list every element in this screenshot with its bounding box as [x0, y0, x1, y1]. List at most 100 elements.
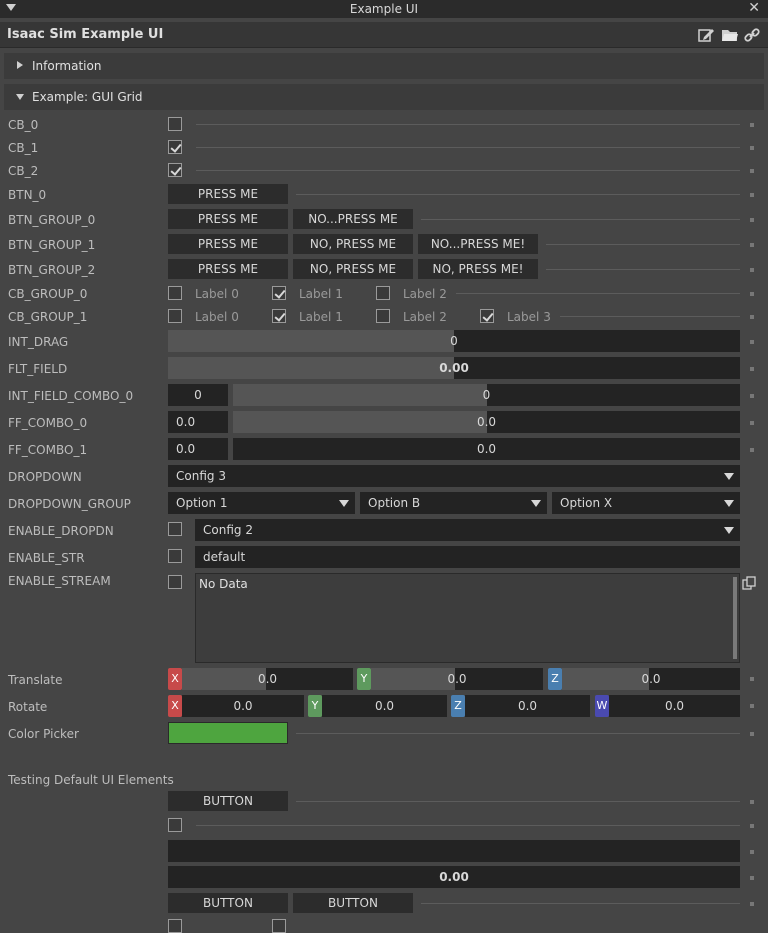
rotate-w-field[interactable]: 0.0	[609, 695, 740, 717]
cb0-checkbox[interactable]	[168, 117, 182, 131]
row-handle-icon	[750, 448, 754, 452]
int-field-value: 0	[194, 388, 202, 402]
row-handle-icon	[750, 850, 754, 854]
default-float-field[interactable]: 0.00	[168, 866, 740, 888]
default-checkbox[interactable]	[272, 919, 286, 933]
cb1-checkbox[interactable]	[168, 140, 182, 154]
chevron-down-icon	[724, 500, 734, 507]
row-divider	[296, 733, 740, 734]
float-combo-slider[interactable]: 0.0	[233, 411, 740, 433]
row-handle-icon	[750, 367, 754, 371]
press-me-button[interactable]: PRESS ME	[168, 184, 288, 204]
dropdown-selected: Option B	[368, 496, 421, 510]
no-press-me-button[interactable]: NO, PRESS ME	[293, 259, 413, 279]
no-press-me-button[interactable]: NO, PRESS ME	[293, 234, 413, 254]
information-section-label: Information	[32, 59, 102, 73]
color-swatch[interactable]	[168, 722, 288, 744]
enable-config-dropdown[interactable]: Config 2	[195, 519, 740, 541]
enabledropdn-label: ENABLE_DROPDN	[8, 524, 114, 538]
row-handle-icon	[750, 169, 754, 173]
row-handle-icon	[750, 123, 754, 127]
slider-fill	[233, 411, 487, 433]
default-button[interactable]: BUTTON	[168, 791, 288, 811]
cbgroup1-label: CB_GROUP_1	[8, 310, 88, 324]
scrollbar[interactable]	[733, 577, 737, 659]
chevron-down-icon	[531, 500, 541, 507]
no-press-me-bang-button[interactable]: NO...PRESS ME!	[418, 234, 538, 254]
information-section-header[interactable]: Information	[4, 53, 764, 79]
enable-string-checkbox[interactable]	[168, 549, 182, 563]
cb2-checkbox[interactable]	[168, 163, 182, 177]
cbgroup1-option-label: Label 1	[299, 310, 343, 324]
cbgroup0-checkbox-1[interactable]	[272, 286, 286, 300]
enablestream-label: ENABLE_STREAM	[8, 574, 111, 588]
ifcombo0-label: INT_FIELD_COMBO_0	[8, 389, 134, 403]
int-drag-slider[interactable]: 0	[168, 330, 740, 352]
link-icon[interactable]	[743, 26, 761, 44]
no-press-me-bang-button[interactable]: NO, PRESS ME!	[418, 259, 538, 279]
row-divider	[456, 293, 740, 294]
translate-x-field[interactable]: 0.0	[182, 668, 353, 690]
float-field-slider[interactable]: 0.00	[168, 357, 740, 379]
default-checkbox[interactable]	[168, 919, 182, 933]
slider-fill	[168, 357, 454, 379]
folder-icon[interactable]	[721, 26, 739, 44]
row-handle-icon	[750, 902, 754, 906]
rotate-y-value: 0.0	[374, 699, 395, 713]
enable-dropdown-checkbox[interactable]	[168, 522, 182, 536]
rotate-x-value: 0.0	[233, 699, 253, 713]
stream-text-area[interactable]: No Data	[195, 573, 740, 663]
int-combo-slider[interactable]: 0	[233, 384, 740, 406]
int-field-input[interactable]: 0	[168, 384, 228, 406]
translate-y-field[interactable]: 0.0	[371, 668, 543, 690]
gui-grid-section-label: Example: GUI Grid	[32, 90, 143, 104]
cbgroup0-option-label: Label 0	[195, 287, 239, 301]
float-combo-value: 0.0	[476, 442, 497, 456]
enable-stream-checkbox[interactable]	[168, 575, 182, 589]
press-me-button[interactable]: PRESS ME	[168, 259, 288, 279]
row-handle-icon	[750, 704, 754, 708]
colorpicker-label: Color Picker	[8, 727, 79, 741]
cbgroup1-option-label: Label 3	[507, 310, 551, 324]
row-handle-icon	[750, 800, 754, 804]
slider-fill	[233, 384, 487, 406]
slider-fill	[168, 330, 454, 352]
float-field-input[interactable]: 0.0	[168, 411, 228, 433]
default-string-field[interactable]	[168, 840, 740, 862]
rotate-x-field[interactable]: 0.0	[182, 695, 304, 717]
default-checkbox[interactable]	[168, 818, 182, 832]
cbgroup1-checkbox-2[interactable]	[376, 309, 390, 323]
float-combo-slider[interactable]: 0.0	[233, 438, 740, 460]
default-button[interactable]: BUTTON	[168, 893, 288, 913]
rotate-w-value: 0.0	[664, 699, 685, 713]
default-float-value: 0.00	[439, 870, 469, 884]
app-title: Isaac Sim Example UI	[7, 27, 164, 42]
cbgroup0-checkbox-2[interactable]	[376, 286, 390, 300]
rotate-y-field[interactable]: 0.0	[322, 695, 447, 717]
enablestr-label: ENABLE_STR	[8, 551, 85, 565]
translate-z-field[interactable]: 0.0	[562, 668, 740, 690]
option-number-dropdown[interactable]: Option 1	[168, 492, 355, 514]
cbgroup1-checkbox-3[interactable]	[480, 309, 494, 323]
no-press-me-button[interactable]: NO...PRESS ME	[293, 209, 413, 229]
gui-grid-section-header[interactable]: Example: GUI Grid	[4, 84, 764, 110]
cbgroup0-checkbox-0[interactable]	[168, 286, 182, 300]
option-letter-dropdown[interactable]: Option B	[360, 492, 547, 514]
copy-icon[interactable]	[742, 576, 756, 590]
cbgroup1-checkbox-0[interactable]	[168, 309, 182, 323]
dropdown-selected: Option 1	[176, 496, 228, 510]
press-me-button[interactable]: PRESS ME	[168, 234, 288, 254]
float-field-input[interactable]: 0.0	[168, 438, 228, 460]
row-handle-icon	[750, 268, 754, 272]
row-divider	[546, 244, 740, 245]
row-handle-icon	[750, 824, 754, 828]
default-button[interactable]: BUTTON	[293, 893, 413, 913]
string-input[interactable]: default	[195, 546, 740, 568]
option-xyz-dropdown[interactable]: Option X	[552, 492, 740, 514]
edit-icon[interactable]	[697, 26, 715, 44]
cbgroup1-checkbox-1[interactable]	[272, 309, 286, 323]
press-me-button[interactable]: PRESS ME	[168, 209, 288, 229]
close-icon[interactable]: ✕	[748, 0, 760, 16]
rotate-z-field[interactable]: 0.0	[465, 695, 590, 717]
config-dropdown[interactable]: Config 3	[168, 465, 740, 487]
